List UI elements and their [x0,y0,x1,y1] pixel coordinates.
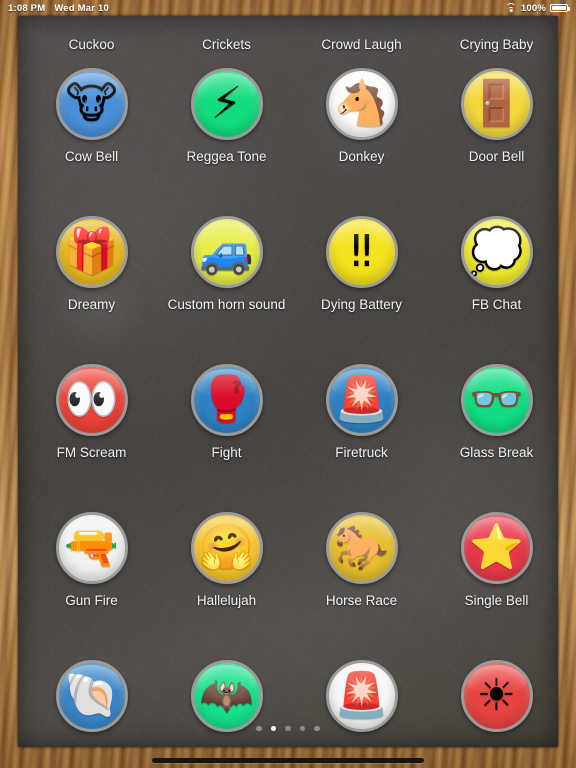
status-bar-right: 100% [506,2,570,14]
icon-glyph: 🦇 [199,670,254,721]
battery-percent-label: 100% [520,2,546,14]
icon-glyph: 🚨 [334,374,389,425]
page-dot[interactable] [256,725,262,731]
sound-tile[interactable]: ⚡ Reggea Tone [159,68,294,164]
sound-tile[interactable]: 💭 FB Chat [429,216,558,312]
sound-tile-label: Door Bell [468,149,525,164]
icon-glyph: 🐚 [64,670,119,721]
thought-balloon-icon[interactable]: 💭 [460,216,533,288]
sound-tile[interactable]: 👀 FM Scream [24,364,159,460]
icon-glyph: 🐎 [334,522,389,573]
double-exclamation-icon[interactable]: ‼ [325,216,398,288]
icon-glyph: 🚨 [334,670,389,721]
sound-tile-label: Custom horn sound [167,297,286,312]
status-time: 1:08 PM [8,2,46,14]
sound-tile[interactable]: 🐎 Horse Race [294,512,429,608]
icon-glyph: 🐮 [65,78,118,129]
lightning-bolt-icon[interactable]: ⚡ [190,68,263,140]
star-icon[interactable]: ⭐ [460,512,533,584]
icon-glyph: ‼ [350,226,373,277]
sound-tile[interactable]: ⭐ Single Bell [429,512,558,608]
page-dot[interactable] [270,725,277,731]
icon-glyph: 🥊 [199,374,254,425]
sound-tile[interactable]: 🔫 Gun Fire [24,512,159,608]
police-light-icon[interactable]: 🚨 [325,660,398,732]
icon-glyph: 👀 [64,374,119,425]
sound-tile[interactable]: 🐴 Donkey [294,68,429,164]
horse-face-icon[interactable]: 🐴 [325,68,398,140]
icon-glyph: 🚪 [469,78,524,129]
sound-tile-label: Glass Break [459,445,534,460]
boxing-glove-icon[interactable]: 🥊 [190,364,263,436]
sound-tile-label: Firetruck [335,445,388,460]
sound-tile[interactable]: 🎁 Dreamy [24,216,159,312]
sound-tile[interactable]: 🚪 Door Bell [429,68,558,164]
page-dot[interactable] [314,725,320,731]
police-light-icon[interactable]: 🚨 [325,364,398,436]
eyes-icon[interactable]: 👀 [55,364,128,436]
status-bar-left: 1:08 PM Wed Mar 10 [8,3,109,14]
door-icon[interactable]: 🚪 [460,68,533,140]
sound-tile[interactable]: 🚨 Firetruck [294,364,429,460]
eyeglasses-icon[interactable]: 👓 [460,364,533,436]
sound-tile-label: Donkey [338,149,385,164]
page-indicator[interactable] [18,725,558,731]
sound-tile[interactable]: 🥊 Fight [159,364,294,460]
spiral-shell-icon[interactable]: 🐚 [55,660,128,732]
sound-tile-label: Dying Battery [320,297,403,312]
sun-icon[interactable]: ☀ [460,660,533,732]
page-dot[interactable] [299,725,306,731]
icon-glyph: 🤗 [199,522,254,573]
racehorse-icon[interactable]: 🐎 [325,512,398,584]
sound-grid[interactable]: 🐮 Cow Bell ⚡ Reggea Tone 🐴 Donkey 🚪 Door Bell 🎁 D… [18,16,558,747]
icon-glyph: ⚡ [211,78,242,129]
bat-icon[interactable]: 🦇 [190,660,263,732]
gift-icon[interactable]: 🎁 [55,216,128,288]
sound-tile-label: Hallelujah [196,593,257,608]
icon-glyph: 🔫 [64,522,119,573]
sound-tile-label: Fight [211,445,242,460]
icon-glyph: 💭 [469,226,524,277]
battery-full-icon [550,3,570,13]
sound-tile-label: Horse Race [325,593,398,608]
sound-tile[interactable]: 🤗 Hallelujah [159,512,294,608]
home-indicator[interactable] [152,758,424,763]
sound-tile-label: FM Scream [56,445,127,460]
sound-tile-label: FB Chat [471,297,522,312]
sound-tile[interactable]: 🐮 Cow Bell [24,68,159,164]
sound-tile[interactable]: ‼ Dying Battery [294,216,429,312]
icon-glyph: 🐴 [334,78,389,129]
hugging-face-icon[interactable]: 🤗 [190,512,263,584]
sound-tile-label: Dreamy [67,297,116,312]
cow-face-icon[interactable]: 🐮 [55,68,128,140]
sound-tile[interactable]: 👓 Glass Break [429,364,558,460]
car-icon[interactable]: 🚙 [190,216,263,288]
icon-glyph: 🚙 [199,226,254,277]
page-dot[interactable] [285,725,291,731]
status-date: Wed Mar 10 [54,2,109,14]
sound-tile-label: Cow Bell [64,149,119,164]
sound-tile[interactable]: 🚙 Custom horn sound [159,216,294,312]
icon-glyph: 🎁 [64,226,119,277]
sound-tile-label: Single Bell [464,593,529,608]
pistol-icon[interactable]: 🔫 [55,512,128,584]
sound-tile-label: Reggea Tone [186,149,267,164]
icon-glyph: ☀ [476,670,517,721]
status-bar: 1:08 PM Wed Mar 10 100% [0,0,576,16]
app-root: 1:08 PM Wed Mar 10 100% Cuckoo Crickets Cr… [0,0,576,768]
icon-glyph: 👓 [469,374,524,425]
wifi-icon [506,2,517,13]
icon-glyph: ⭐ [469,522,524,573]
chalkboard-screen: Cuckoo Crickets Crowd Laugh Crying Baby 🐮 Co… [18,16,558,747]
sound-tile-label: Gun Fire [65,593,118,608]
